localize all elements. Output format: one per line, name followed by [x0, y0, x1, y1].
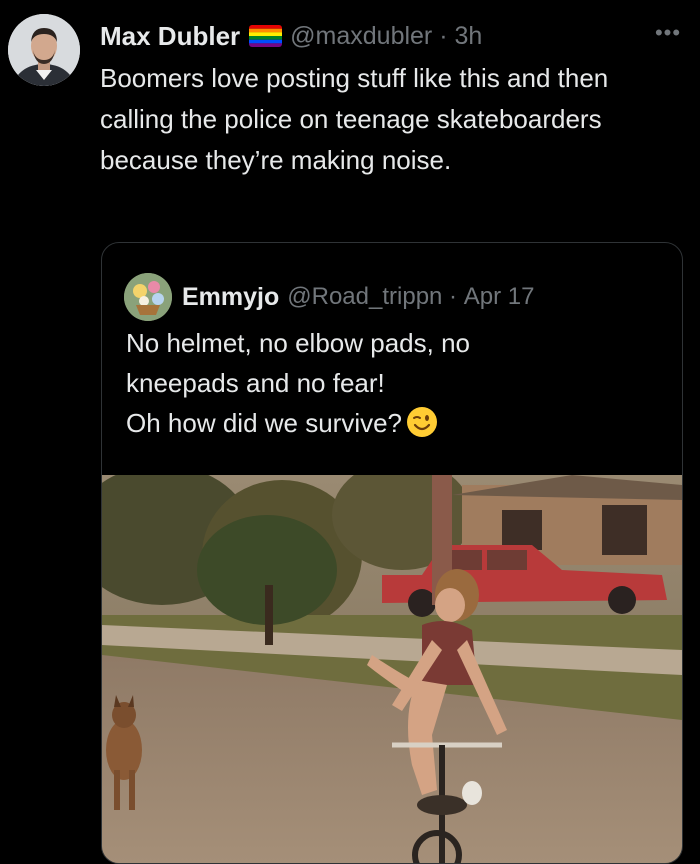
quoted-text-line: kneepads and no fear!	[126, 368, 385, 398]
separator-dot: ·	[442, 283, 464, 310]
quoted-author-avatar	[124, 273, 172, 321]
tweet-header: Max Dubler @maxdubler · 3h	[100, 16, 482, 56]
more-options-icon[interactable]: •••	[652, 22, 684, 50]
separator-dot: ·	[432, 21, 455, 50]
quoted-text-line-last: Oh how did we survive?	[126, 403, 646, 443]
quoted-author-name[interactable]: Emmyjo	[182, 283, 279, 312]
tweet-time[interactable]: 3h	[454, 22, 482, 51]
rainbow-flag-icon	[249, 25, 283, 47]
quoted-tweet-photo[interactable]	[102, 475, 682, 863]
quoted-tweet-date[interactable]: Apr 17	[464, 283, 535, 311]
tweet-text: Boomers love posting stuff like this and…	[100, 63, 609, 175]
author-name[interactable]: Max Dubler	[100, 21, 240, 52]
quoted-tweet-text: No helmet, no elbow pads, no kneepads an…	[126, 323, 646, 443]
quoted-author-handle[interactable]: @Road_trippn	[287, 283, 442, 311]
quoted-text-line: Oh how did we survive?	[126, 408, 403, 438]
quoted-tweet-header: Emmyjo @Road_trippn · Apr 17	[124, 273, 534, 321]
winking-face-emoji	[406, 406, 438, 438]
author-avatar[interactable]	[8, 14, 80, 86]
author-handle[interactable]: @maxdubler	[290, 22, 432, 51]
quoted-text-line: No helmet, no elbow pads, no	[126, 328, 470, 358]
quoted-tweet-card[interactable]: Emmyjo @Road_trippn · Apr 17 No helmet, …	[101, 242, 683, 864]
